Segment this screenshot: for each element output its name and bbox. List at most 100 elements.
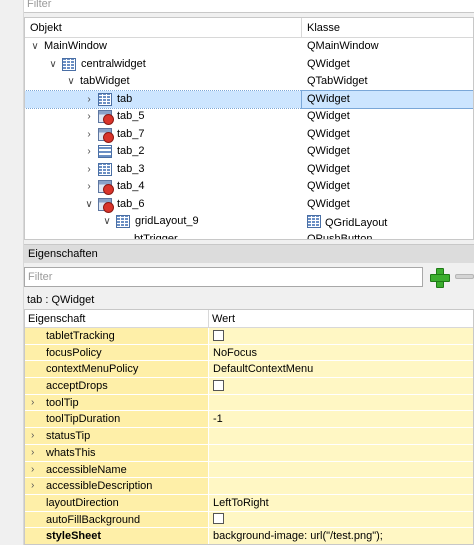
property-row-styleSheet[interactable]: styleSheet background-image: url("/test.p… bbox=[25, 528, 473, 544]
tree-cell-object[interactable]: › tab_4 bbox=[25, 178, 302, 196]
property-row-acceptDrops[interactable]: acceptDrops bbox=[25, 378, 473, 395]
property-name-cell[interactable]: › statusTip bbox=[25, 428, 209, 444]
tree-cell-object[interactable]: › tab_7 bbox=[25, 126, 302, 144]
tree-cell-object[interactable]: › tab_5 bbox=[25, 108, 302, 126]
column-header-objekt[interactable]: Objekt bbox=[25, 18, 302, 37]
collapse-chevron-icon[interactable]: ∨ bbox=[83, 196, 95, 213]
property-value-cell[interactable] bbox=[209, 511, 473, 528]
tree-cell-object[interactable]: ∨ centralwidget bbox=[25, 56, 302, 74]
tree-cell-class[interactable]: QWidget bbox=[302, 108, 473, 126]
property-value-cell[interactable] bbox=[209, 378, 473, 394]
expand-chevron-icon[interactable]: › bbox=[31, 462, 34, 478]
property-name-cell[interactable]: autoFillBackground bbox=[25, 511, 209, 528]
column-header-klasse[interactable]: Klasse bbox=[302, 18, 473, 37]
property-value-cell[interactable] bbox=[209, 461, 473, 478]
object-filter-input[interactable]: Filter bbox=[24, 0, 474, 13]
tree-row-tab_5[interactable]: › tab_5 QWidget bbox=[25, 108, 473, 126]
expand-chevron-icon[interactable]: › bbox=[31, 395, 34, 411]
property-row-contextMenuPolicy[interactable]: contextMenuPolicy DefaultContextMenu bbox=[25, 361, 473, 379]
tree-row-tabWidget[interactable]: ∨ tabWidget QTabWidget bbox=[25, 73, 473, 91]
tree-cell-class[interactable]: QWidget bbox=[301, 89, 473, 109]
expand-chevron-icon[interactable]: › bbox=[31, 478, 34, 494]
property-value-cell[interactable] bbox=[209, 328, 473, 344]
property-row-accessibleName[interactable]: › accessibleName bbox=[25, 461, 473, 479]
expand-chevron-icon[interactable]: › bbox=[83, 143, 95, 160]
property-name-cell[interactable]: › whatsThis bbox=[25, 444, 209, 461]
tree-cell-class[interactable]: QMainWindow bbox=[302, 38, 473, 56]
add-dynamic-property-icon[interactable] bbox=[428, 266, 450, 288]
property-row-statusTip[interactable]: › statusTip bbox=[25, 428, 473, 445]
expand-chevron-icon[interactable]: › bbox=[83, 126, 95, 143]
collapse-chevron-icon[interactable]: ∨ bbox=[29, 38, 41, 55]
collapse-chevron-icon[interactable]: ∨ bbox=[65, 73, 77, 90]
property-checkbox[interactable] bbox=[213, 513, 224, 525]
tree-row-tab_7[interactable]: › tab_7 QWidget bbox=[25, 126, 473, 144]
property-row-whatsThis[interactable]: › whatsThis bbox=[25, 444, 473, 462]
property-checkbox[interactable] bbox=[213, 329, 224, 341]
column-header-eigenschaft[interactable]: Eigenschaft bbox=[25, 310, 209, 327]
property-row-toolTip[interactable]: › toolTip bbox=[25, 394, 473, 412]
tree-cell-object[interactable]: › tab_2 bbox=[25, 143, 302, 161]
property-value-cell[interactable] bbox=[209, 478, 473, 494]
column-header-wert[interactable]: Wert bbox=[209, 310, 235, 327]
tree-row-tab_6[interactable]: ∨ tab_6 QWidget bbox=[25, 196, 473, 214]
tree-cell-object[interactable]: ∨ tab_6 bbox=[25, 196, 302, 214]
property-name-cell[interactable]: › toolTip bbox=[25, 394, 209, 411]
tree-cell-object[interactable]: ∨ MainWindow bbox=[25, 38, 302, 56]
property-value-cell[interactable] bbox=[209, 428, 473, 444]
property-table[interactable]: Eigenschaft Wert tabletTracking focusPoli… bbox=[24, 309, 474, 545]
property-value-cell[interactable] bbox=[209, 444, 473, 461]
tree-cell-class[interactable]: QTabWidget bbox=[302, 73, 473, 91]
tree-row-btTrigger[interactable]: btTrigger QPushButton bbox=[25, 231, 473, 240]
expand-chevron-icon[interactable]: › bbox=[83, 91, 95, 108]
collapse-chevron-icon[interactable]: ∨ bbox=[101, 213, 113, 230]
expand-chevron-icon[interactable]: › bbox=[83, 178, 95, 195]
property-value-cell[interactable]: -1 bbox=[209, 411, 473, 428]
property-value-cell[interactable]: LeftToRight bbox=[209, 494, 473, 511]
property-value-cell[interactable]: background-image: url("/test.png"); bbox=[209, 528, 473, 544]
tree-row-tab[interactable]: › tab QWidget bbox=[25, 89, 473, 109]
property-name-cell[interactable]: focusPolicy bbox=[25, 344, 209, 361]
property-row-toolTipDuration[interactable]: toolTipDuration -1 bbox=[25, 411, 473, 429]
tree-row-tab_4[interactable]: › tab_4 QWidget bbox=[25, 178, 473, 196]
tree-cell-class[interactable]: QWidget bbox=[302, 161, 473, 179]
property-name-cell[interactable]: styleSheet bbox=[25, 528, 209, 544]
tree-cell-class[interactable]: QGridLayout bbox=[302, 213, 473, 231]
property-name-cell[interactable]: › accessibleName bbox=[25, 461, 209, 478]
tree-cell-object[interactable]: btTrigger bbox=[25, 231, 302, 240]
tree-row-tab_2[interactable]: › tab_2 QWidget bbox=[25, 143, 473, 161]
tree-cell-class[interactable]: QWidget bbox=[302, 126, 473, 144]
remove-dynamic-property-icon[interactable] bbox=[455, 274, 474, 279]
tree-cell-object[interactable]: › tab bbox=[25, 89, 303, 109]
property-row-autoFillBackground[interactable]: autoFillBackground bbox=[25, 511, 473, 529]
property-name-cell[interactable]: › accessibleDescription bbox=[25, 478, 209, 494]
property-row-tabletTracking[interactable]: tabletTracking bbox=[25, 328, 473, 345]
tree-cell-object[interactable]: ∨ gridLayout_9 bbox=[25, 213, 302, 231]
property-checkbox[interactable] bbox=[213, 379, 224, 391]
property-row-focusPolicy[interactable]: focusPolicy NoFocus bbox=[25, 344, 473, 362]
property-name-cell[interactable]: toolTipDuration bbox=[25, 411, 209, 428]
tree-row-centralwidget[interactable]: ∨ centralwidget QWidget bbox=[25, 56, 473, 74]
property-row-accessibleDescription[interactable]: › accessibleDescription bbox=[25, 478, 473, 495]
collapse-chevron-icon[interactable]: ∨ bbox=[47, 56, 59, 73]
expand-chevron-icon[interactable]: › bbox=[31, 428, 34, 444]
tree-cell-object[interactable]: › tab_3 bbox=[25, 161, 302, 179]
property-value-cell[interactable]: NoFocus bbox=[209, 344, 473, 361]
property-filter-input[interactable]: Filter bbox=[24, 267, 423, 287]
property-value-cell[interactable]: DefaultContextMenu bbox=[209, 361, 473, 378]
tree-cell-class[interactable]: QWidget bbox=[302, 196, 473, 214]
object-inspector-tree[interactable]: Objekt Klasse ∨ MainWindow QMainWindow ∨ cen… bbox=[24, 17, 474, 240]
property-name-cell[interactable]: layoutDirection bbox=[25, 494, 209, 511]
tree-cell-class[interactable]: QWidget bbox=[302, 143, 473, 161]
tree-cell-class[interactable]: QWidget bbox=[302, 56, 473, 74]
tree-cell-object[interactable]: ∨ tabWidget bbox=[25, 73, 302, 91]
tree-row-MainWindow[interactable]: ∨ MainWindow QMainWindow bbox=[25, 38, 473, 56]
tree-cell-class[interactable]: QWidget bbox=[302, 178, 473, 196]
tree-cell-class[interactable]: QPushButton bbox=[302, 231, 473, 240]
expand-chevron-icon[interactable]: › bbox=[31, 445, 34, 461]
property-name-cell[interactable]: acceptDrops bbox=[25, 378, 209, 394]
property-name-cell[interactable]: tabletTracking bbox=[25, 328, 209, 344]
property-value-cell[interactable] bbox=[209, 394, 473, 411]
expand-chevron-icon[interactable]: › bbox=[83, 108, 95, 125]
tree-row-tab_3[interactable]: › tab_3 QWidget bbox=[25, 161, 473, 179]
